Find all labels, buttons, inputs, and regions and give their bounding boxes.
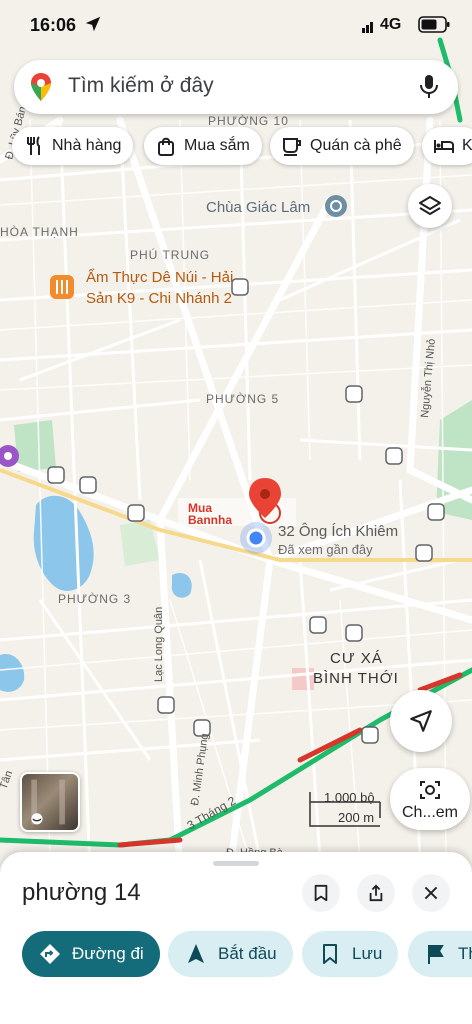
location-arrow-icon [85, 16, 101, 32]
maps-logo-icon [31, 73, 51, 101]
more-action-label: Th [458, 944, 472, 963]
map-scale: 1.000 bộ 200 m [308, 790, 382, 830]
restaurant-icon[interactable] [50, 275, 74, 299]
street-view-thumbnail[interactable] [20, 772, 80, 832]
chip-label: Mua sắm [184, 137, 250, 154]
coffee-cup-icon [283, 138, 301, 156]
scale-imperial: 1.000 bộ [324, 790, 375, 805]
bed-icon [434, 140, 454, 153]
chip-cafe[interactable]: Quán cà phê [270, 127, 414, 165]
signal-icon [362, 22, 373, 33]
shopping-bag-icon [158, 137, 174, 156]
search-input[interactable]: Tìm kiếm ở đây [68, 74, 214, 98]
chip-hotels[interactable]: Kh [422, 127, 472, 165]
network-type: 4G [380, 16, 402, 33]
directions-label: Đường đi [72, 944, 144, 963]
close-button[interactable] [412, 874, 450, 912]
current-location-dot[interactable] [240, 522, 272, 554]
start-button[interactable]: Bắt đầu [168, 931, 293, 977]
directions-button[interactable]: Đường đi [22, 931, 160, 977]
pagoda-icon[interactable] [325, 195, 347, 217]
bookmark-icon [314, 884, 328, 902]
camera-scan-icon [420, 781, 440, 799]
area-label: PHƯỜNG 10 [208, 113, 289, 128]
share-icon [369, 884, 383, 902]
bookmark-icon [323, 944, 337, 964]
poi-pagoda-label[interactable]: Chùa Giác Lâm [206, 199, 310, 216]
svg-text:Bannha: Bannha [188, 513, 232, 527]
building-block [292, 668, 314, 690]
chip-restaurants[interactable]: Nhà hàng [12, 127, 134, 165]
save-label: Lưu [352, 944, 383, 963]
close-icon [424, 886, 438, 900]
microphone-icon[interactable] [419, 74, 439, 100]
place-bottom-sheet[interactable]: phường 14 Đường đi Bắt đầu Lưu T [0, 852, 472, 1024]
chip-label: Kh [462, 137, 472, 154]
save-bookmark-button[interactable] [302, 874, 340, 912]
area-label: BÌNH THỚI [313, 670, 399, 687]
chip-label: Nhà hàng [52, 137, 122, 154]
street-view-label: Ch...em [401, 804, 458, 821]
poi-restaurant-label-line1[interactable]: Ẩm Thực Dê Núi - Hải [86, 268, 233, 286]
sheet-drag-handle[interactable] [213, 861, 259, 866]
street-view-image [31, 779, 65, 825]
place-title: phường 14 [22, 879, 141, 906]
start-label: Bắt đầu [218, 944, 277, 963]
chip-shopping[interactable]: Mua sắm [144, 127, 262, 165]
poi-restaurant-label-line2[interactable]: Sản K9 - Chi Nhánh 2 [86, 290, 232, 307]
layers-button[interactable] [408, 184, 452, 228]
status-bar: 16:06 4G [0, 0, 472, 50]
place-pin-title[interactable]: 32 Ông Ích Khiêm [278, 523, 398, 540]
area-label: PHÚ TRUNG [130, 247, 210, 262]
area-label: PHƯỜNG 5 [206, 391, 279, 406]
street-label: Lạc Long Quân [153, 607, 165, 682]
search-bar[interactable]: Tìm kiếm ở đây [14, 60, 458, 114]
layers-icon [419, 196, 441, 215]
status-time: 16:06 [30, 15, 77, 35]
fork-knife-icon [27, 136, 40, 155]
area-label: PHƯỜNG 3 [58, 591, 131, 606]
scale-metric: 200 m [338, 810, 375, 825]
area-label: CƯ XÁ [330, 650, 383, 667]
flag-icon [428, 945, 444, 964]
more-action-button[interactable]: Th [408, 931, 472, 977]
my-location-button[interactable] [390, 690, 452, 752]
battery-icon [418, 16, 450, 33]
chip-label: Quán cà phê [310, 137, 402, 154]
place-pin-subtitle: Đã xem gần đây [278, 542, 373, 557]
navigation-arrow-icon [410, 710, 432, 732]
area-label: HÒA THẠNH [0, 224, 79, 239]
street-view-button[interactable]: Ch...em [390, 768, 470, 830]
share-button[interactable] [357, 874, 395, 912]
category-chips: Nhà hàng Mua sắm Quán cà phê Kh [0, 127, 472, 167]
directions-icon [40, 944, 60, 964]
navigation-arrow-icon [188, 944, 204, 963]
save-button[interactable]: Lưu [302, 931, 399, 977]
